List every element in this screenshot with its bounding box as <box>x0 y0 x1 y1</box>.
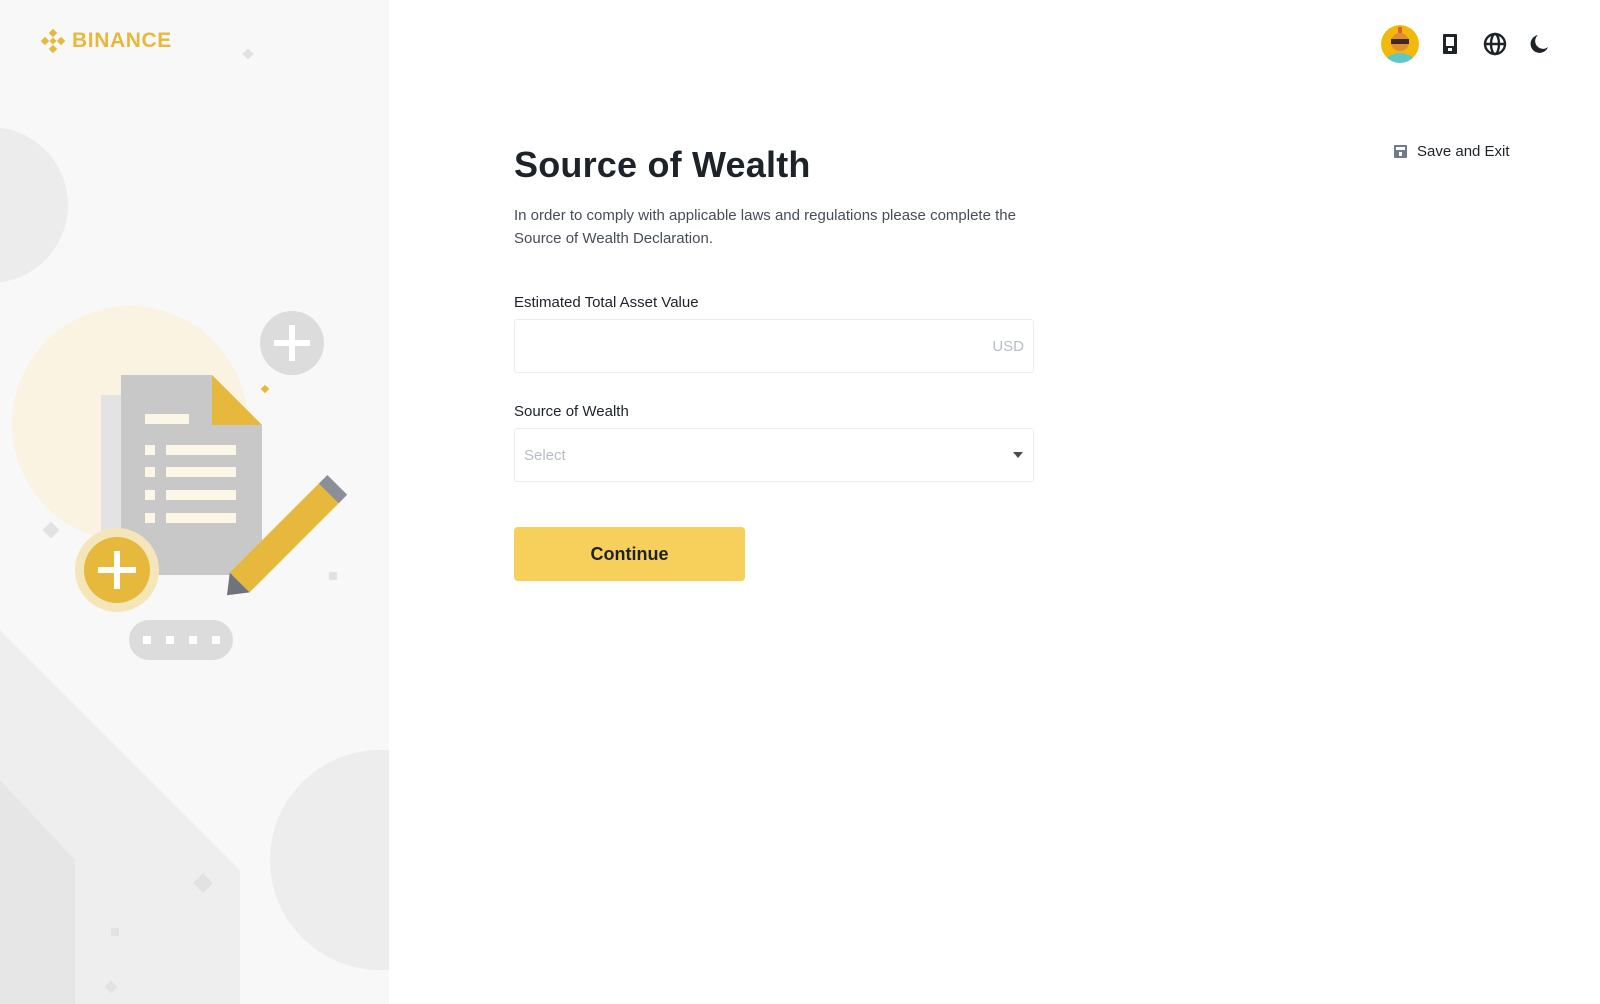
header-actions <box>1381 25 1554 63</box>
source-of-wealth-label: Source of Wealth <box>514 403 629 420</box>
save-and-exit-button[interactable]: Save and Exit <box>1394 143 1510 160</box>
moon-icon[interactable] <box>1526 30 1554 58</box>
left-illustration-panel: BINANCE <box>0 0 389 1004</box>
page-description: In order to comply with applicable laws … <box>514 207 1016 247</box>
asset-value-label: Estimated Total Asset Value <box>514 294 699 311</box>
document-illustration <box>12 306 348 660</box>
globe-icon[interactable] <box>1481 30 1509 58</box>
source-of-wealth-form: Source of Wealth In order to comply with… <box>514 144 1034 581</box>
source-of-wealth-select[interactable]: Select <box>514 428 1034 482</box>
mobile-download-icon[interactable] <box>1436 30 1464 58</box>
save-icon <box>1394 145 1407 158</box>
asset-value-input-wrapper: USD <box>514 319 1034 373</box>
asset-value-input[interactable] <box>524 337 993 355</box>
page-title: Source of Wealth <box>514 144 811 185</box>
avatar-icon <box>1381 25 1419 63</box>
caret-down-icon <box>1013 452 1023 458</box>
select-placeholder: Select <box>524 446 566 464</box>
page: BINANCE Save and Exit Source of Wealth I… <box>0 0 1600 1004</box>
user-avatar[interactable] <box>1381 25 1419 63</box>
save-and-exit-label: Save and Exit <box>1417 143 1510 160</box>
continue-button[interactable]: Continue <box>514 527 745 581</box>
currency-suffix: USD <box>992 337 1024 355</box>
